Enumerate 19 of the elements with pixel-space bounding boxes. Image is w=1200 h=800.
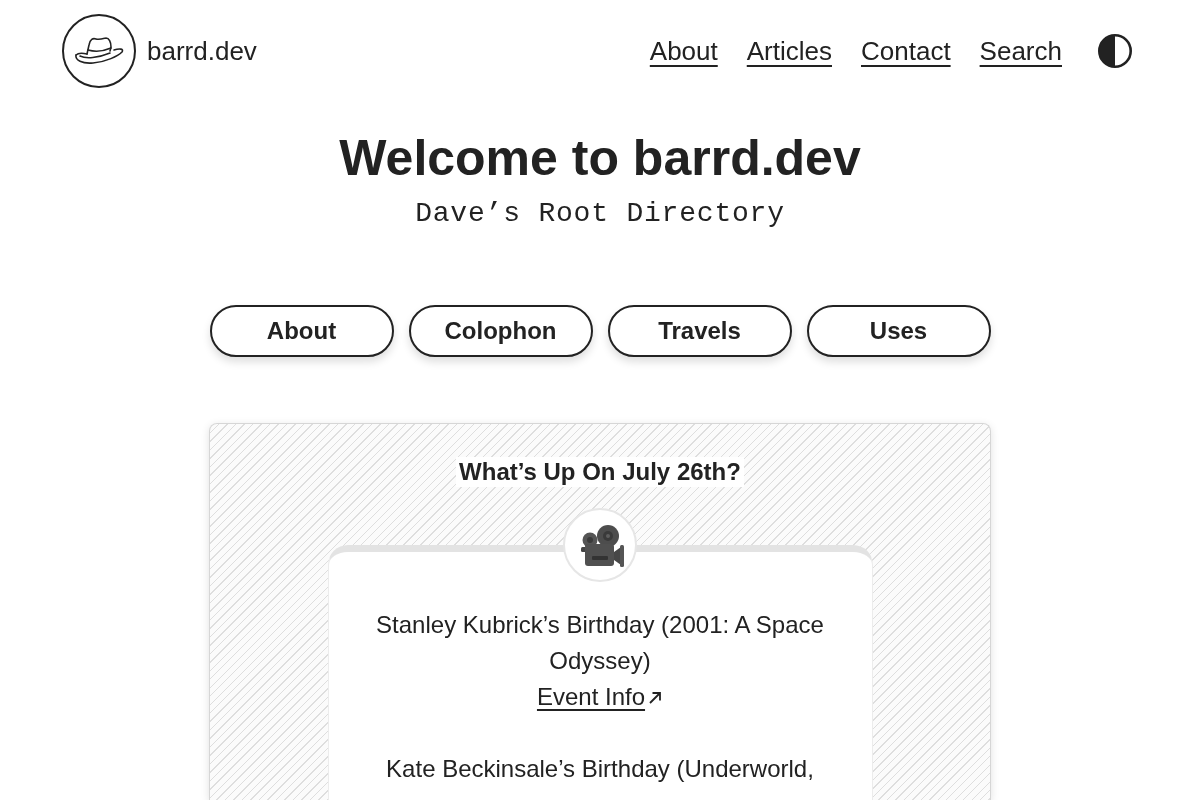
event-description: Stanley Kubrick’s Birthday (2001: A Space Odyssey) [375, 610, 825, 676]
hat-logo-icon [62, 14, 136, 88]
home-link[interactable]: barrd.dev [62, 14, 257, 88]
nav-link[interactable]: Search [979, 35, 1062, 67]
page-subtitle: Dave’s Root Directory [415, 197, 785, 231]
card-heading: What’s Up On July 26th? [456, 457, 744, 487]
pill-link[interactable]: Colophon [408, 305, 593, 357]
event-description: Kate Beckinsale’s Birthday (Underworld, [385, 754, 815, 784]
page-title: Welcome to barrd.dev [339, 129, 861, 188]
nav-link[interactable]: Articles [746, 35, 832, 67]
pill-link[interactable]: About [209, 305, 394, 357]
nav-link[interactable]: Contact [861, 35, 951, 67]
diagonal-arrow-icon [647, 690, 664, 706]
nav-link[interactable]: About [649, 35, 718, 67]
theme-toggle-button[interactable] [1098, 34, 1132, 68]
half-circle-icon [1098, 34, 1132, 68]
pill-link[interactable]: Uses [806, 305, 991, 357]
pill-link[interactable]: Travels [607, 305, 792, 357]
event-info-link[interactable]: Event Info [536, 683, 664, 710]
